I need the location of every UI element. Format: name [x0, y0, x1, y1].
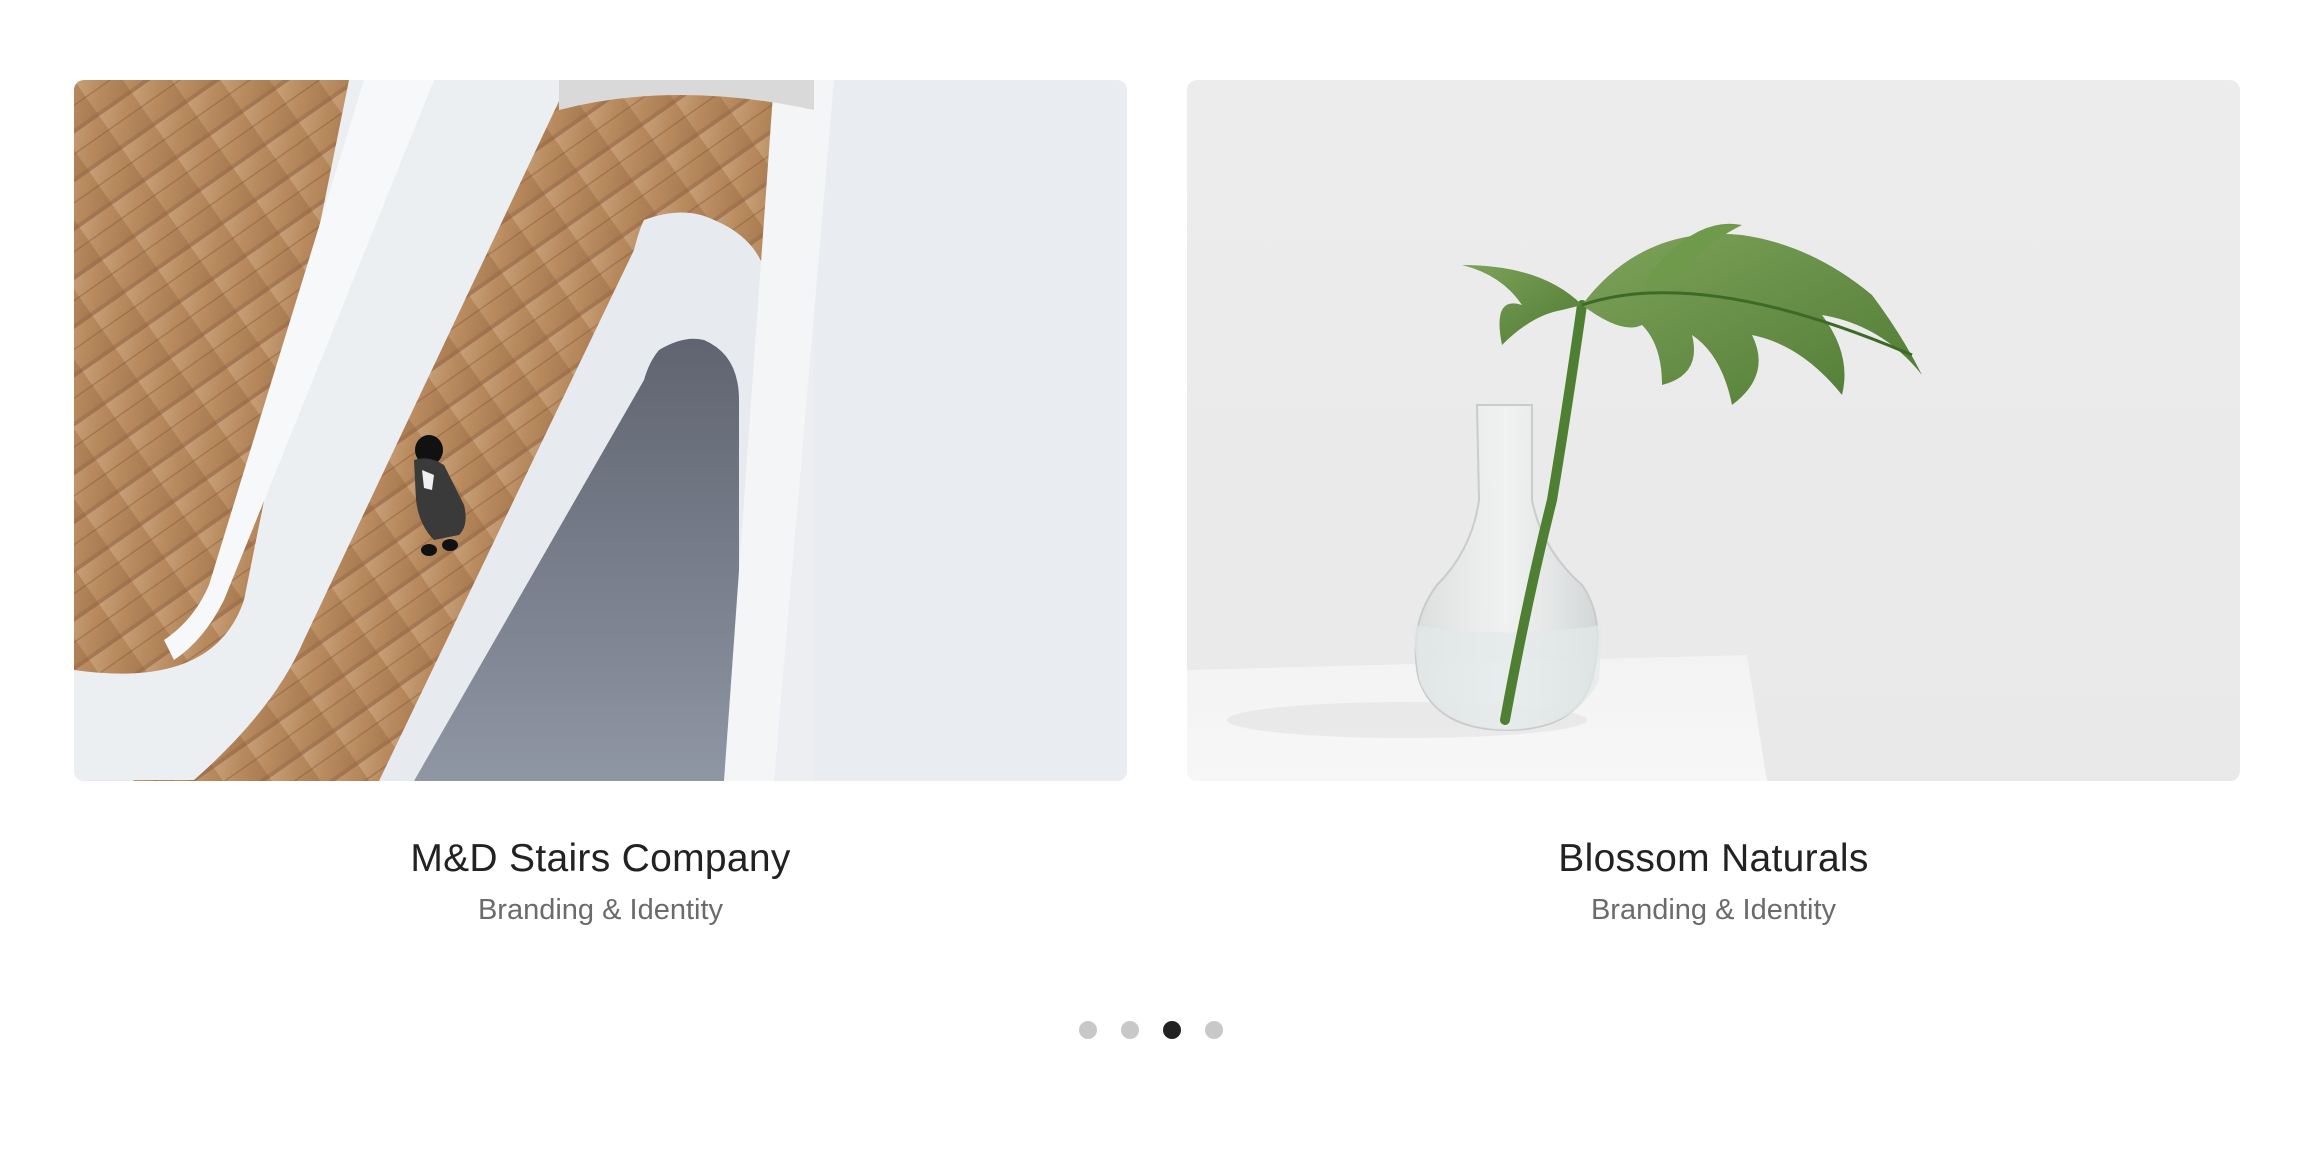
project-title[interactable]: Blossom Naturals: [1187, 835, 2240, 883]
pagination-dot-4[interactable]: [1205, 1021, 1223, 1039]
project-title[interactable]: M&D Stairs Company: [74, 835, 1127, 883]
portfolio-carousel: M&D Stairs Company Branding & Identity B…: [0, 0, 2302, 1156]
pagination-dot-2[interactable]: [1121, 1021, 1139, 1039]
portfolio-card-blossom-naturals[interactable]: Blossom Naturals Branding & Identity: [1187, 80, 2240, 929]
pagination-dot-1[interactable]: [1079, 1021, 1097, 1039]
project-category: Branding & Identity: [1590, 894, 1837, 926]
pagination-dot-3-active[interactable]: [1163, 1021, 1181, 1039]
carousel-pagination: [0, 1021, 2302, 1039]
plant-vase-image[interactable]: [1187, 80, 2240, 781]
project-category: Branding & Identity: [477, 894, 724, 926]
staircase-image[interactable]: [74, 80, 1127, 781]
portfolio-card-md-stairs[interactable]: M&D Stairs Company Branding & Identity: [74, 80, 1127, 929]
